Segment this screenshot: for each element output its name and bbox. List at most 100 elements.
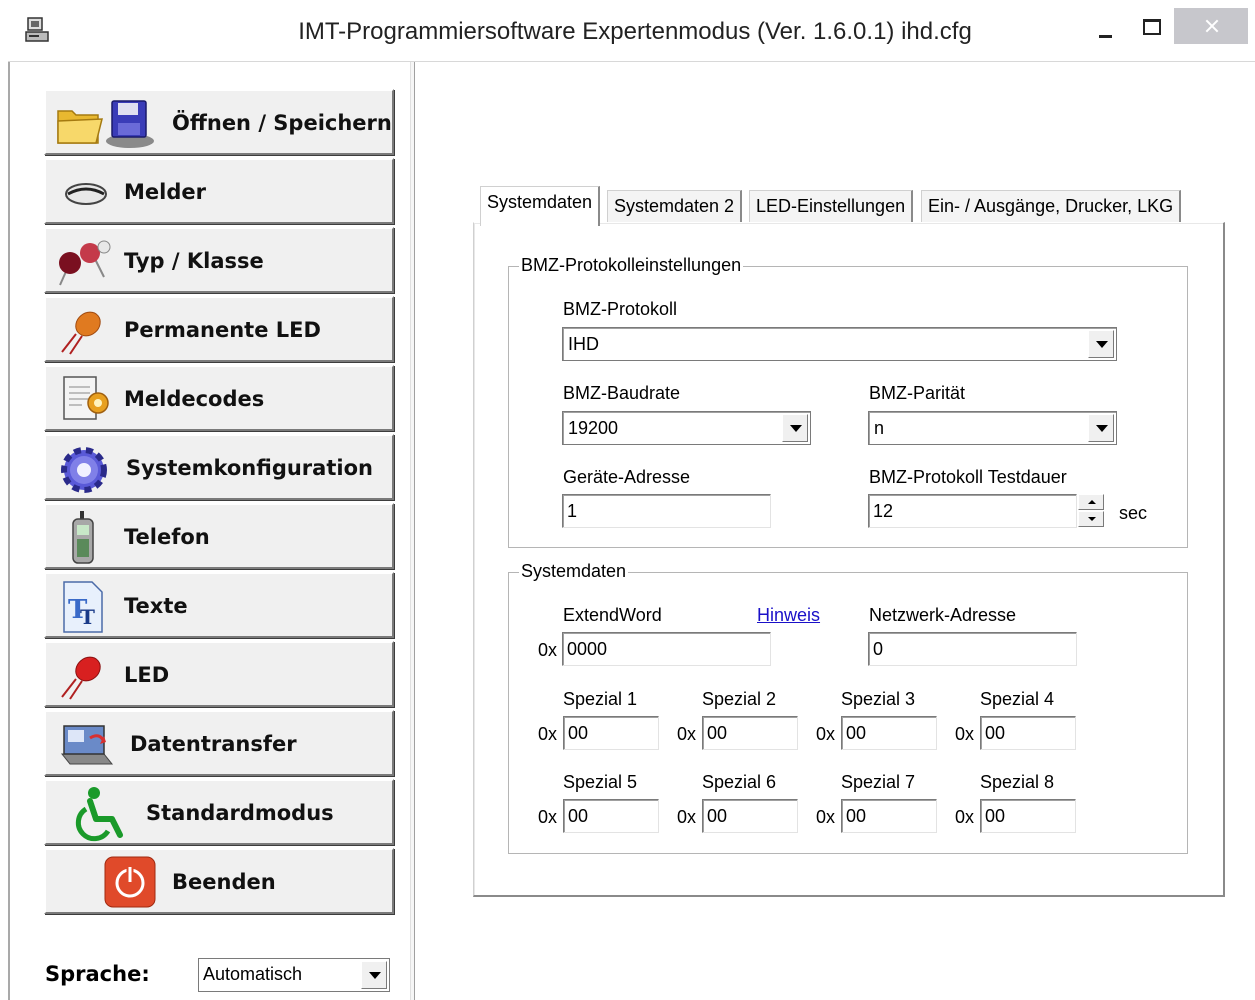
hex-prefix: 0x (677, 807, 697, 827)
texte-label: Texte (124, 594, 188, 618)
wheelchair-icon (75, 787, 123, 842)
spezial-7-value: 00 (846, 806, 867, 826)
netzwerk-value: 0 (873, 639, 884, 659)
spezial-1-label: Spezial 1 (563, 689, 638, 709)
testdauer-input[interactable]: 12 (868, 494, 1077, 528)
bmz-parity-label: BMZ-Parität (869, 383, 966, 403)
typ-klasse-button[interactable]: Typ / Klasse (44, 227, 394, 293)
bmz-protocol-select[interactable]: IHD (562, 327, 1117, 361)
systemdaten-group-title: Systemdaten (519, 561, 629, 582)
device-address-label: Geräte-Adresse (563, 467, 691, 487)
bmz-parity-select[interactable]: n (868, 411, 1117, 445)
spezial-4-value: 00 (985, 723, 1006, 743)
spezial-2-input[interactable]: 00 (702, 716, 798, 750)
systemkonfiguration-label: Systemkonfiguration (126, 456, 373, 480)
texte-button[interactable]: T T Texte (44, 572, 394, 638)
folder-disk-icon (57, 100, 154, 148)
spezial-7-label: Spezial 7 (841, 772, 916, 792)
spin-down-icon[interactable] (1078, 511, 1104, 527)
mobile-phone-icon (72, 511, 94, 564)
spezial-8-input[interactable]: 00 (980, 799, 1076, 833)
spezial-6-input[interactable]: 00 (702, 799, 798, 833)
hex-prefix: 0x (538, 724, 558, 744)
sidebar: Öffnen / Speichern Melder Typ / Klasse P… (10, 62, 410, 1000)
telefon-button[interactable]: Telefon (44, 503, 394, 569)
device-address-input[interactable]: 1 (562, 494, 771, 528)
tab-systemdaten-2[interactable]: Systemdaten 2 (607, 190, 743, 224)
spezial-4-input[interactable]: 00 (980, 716, 1076, 750)
standardmodus-button[interactable]: Standardmodus (44, 779, 394, 845)
netzwerk-label: Netzwerk-Adresse (869, 605, 1017, 625)
extendword-input[interactable]: 0000 (562, 632, 771, 666)
chevron-down-icon[interactable] (1088, 414, 1114, 442)
tab-ein-ausgaenge[interactable]: Ein- / Ausgänge, Drucker, LKG (921, 190, 1182, 224)
window-title: IMT-Programmiersoftware Expertenmodus (V… (298, 18, 972, 45)
extendword-label: ExtendWord (563, 605, 662, 625)
led-red-icon (61, 656, 101, 700)
hex-prefix: 0x (816, 724, 836, 744)
gear-icon (61, 447, 107, 493)
permanente-led-label: Permanente LED (124, 318, 321, 342)
text-document-icon: T T (63, 581, 103, 633)
spezial-8-value: 00 (985, 806, 1006, 826)
spezial-1-value: 00 (568, 723, 589, 743)
spezial-1-input[interactable]: 00 (563, 716, 659, 750)
testdauer-spinner[interactable] (1078, 494, 1104, 528)
maximize-button[interactable] (1135, 12, 1165, 42)
permanente-led-button[interactable]: Permanente LED (44, 296, 394, 362)
tab-systemdaten[interactable]: Systemdaten (480, 186, 601, 226)
spin-up-icon[interactable] (1078, 494, 1104, 510)
bmz-protocol-label: BMZ-Protokoll (563, 299, 678, 319)
datentransfer-button[interactable]: Datentransfer (44, 710, 394, 776)
components-icon (59, 240, 111, 286)
hex-prefix: 0x (955, 807, 975, 827)
minimize-button[interactable] (1091, 14, 1119, 44)
spezial-5-label: Spezial 5 (563, 772, 638, 792)
melder-label: Melder (124, 180, 206, 204)
hinweis-link[interactable]: Hinweis (757, 605, 820, 626)
led-label: LED (124, 663, 170, 687)
spezial-2-value: 00 (707, 723, 728, 743)
systemkonfiguration-button[interactable]: Systemkonfiguration (44, 434, 394, 500)
power-icon (104, 856, 156, 908)
spezial-5-value: 00 (568, 806, 589, 826)
panel-divider (410, 62, 415, 1000)
telefon-label: Telefon (124, 525, 210, 549)
device-address-value: 1 (567, 501, 578, 521)
meldecodes-button[interactable]: Meldecodes (44, 365, 394, 431)
language-select[interactable]: Automatisch (198, 958, 390, 992)
testdauer-label: BMZ-Protokoll Testdauer (869, 467, 1067, 487)
extendword-value: 0000 (567, 639, 608, 659)
chevron-down-icon[interactable] (1088, 330, 1114, 358)
melder-button[interactable]: Melder (44, 158, 394, 224)
bmz-group-title: BMZ-Protokolleinstellungen (519, 255, 744, 276)
spezial-8-label: Spezial 8 (980, 772, 1055, 792)
tab-led-einstellungen[interactable]: LED-Einstellungen (749, 190, 914, 224)
spezial-7-input[interactable]: 00 (841, 799, 937, 833)
close-button[interactable] (1174, 8, 1248, 44)
spezial-3-input[interactable]: 00 (841, 716, 937, 750)
spezial-2-label: Spezial 2 (702, 689, 777, 709)
datentransfer-label: Datentransfer (130, 732, 297, 756)
spezial-3-label: Spezial 3 (841, 689, 916, 709)
bmz-baudrate-label: BMZ-Baudrate (563, 383, 681, 403)
hex-prefix: 0x (955, 724, 975, 744)
led-orange-icon (61, 311, 101, 355)
bmz-baudrate-select[interactable]: 19200 (562, 411, 811, 445)
chevron-down-icon[interactable] (782, 414, 808, 442)
bmz-baudrate-value: 19200 (568, 418, 619, 438)
language-value: Automatisch (203, 964, 303, 984)
data-transfer-icon (60, 725, 114, 765)
beenden-label: Beenden (172, 870, 276, 894)
netzwerk-input[interactable]: 0 (868, 632, 1077, 666)
spezial-3-value: 00 (846, 723, 867, 743)
document-gear-icon (63, 376, 109, 420)
hex-prefix: 0x (816, 807, 836, 827)
open-save-button[interactable]: Öffnen / Speichern (44, 89, 394, 155)
led-button[interactable]: LED (44, 641, 394, 707)
bmz-protocol-value: IHD (568, 334, 599, 354)
beenden-button[interactable]: Beenden (44, 848, 394, 914)
chevron-down-icon[interactable] (361, 961, 387, 989)
testdauer-value: 12 (873, 501, 894, 521)
spezial-5-input[interactable]: 00 (563, 799, 659, 833)
